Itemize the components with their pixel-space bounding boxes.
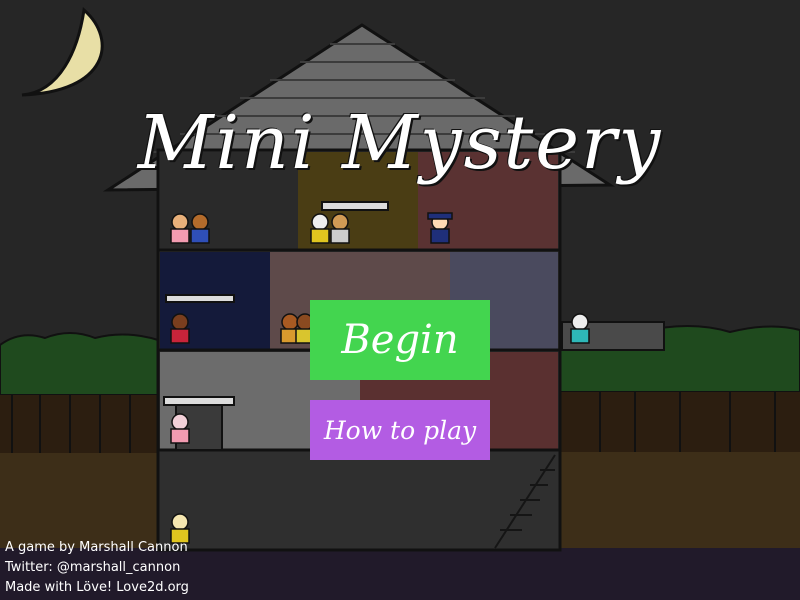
hedge-left	[0, 332, 159, 453]
credits-twitter: Twitter: @marshall_cannon	[5, 560, 181, 575]
credits-engine: Made with Löve! Love2d.org	[5, 580, 189, 595]
begin-button[interactable]: Begin	[310, 300, 490, 380]
how-to-play-button[interactable]: How to play	[310, 400, 490, 460]
hedge-right	[559, 321, 800, 452]
credits: A game by Marshall Cannon Twitter: @mars…	[5, 538, 189, 598]
credits-author: A game by Marshall Cannon	[5, 540, 188, 555]
game-title: Mini Mystery	[137, 100, 663, 186]
